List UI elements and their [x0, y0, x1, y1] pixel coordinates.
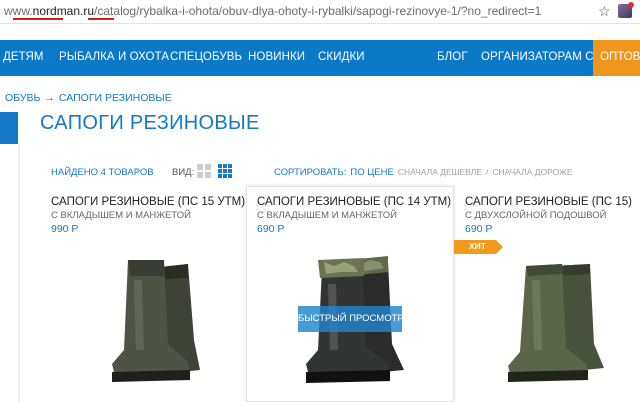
sidebar-divider	[18, 144, 20, 402]
section-marker	[0, 112, 18, 144]
breadcrumb-separator: →	[44, 92, 55, 104]
nav-item-workwear[interactable]: СПЕЦОБУВЬ	[170, 51, 242, 63]
boot-image[interactable]	[90, 254, 210, 388]
nav-wholesale-label: ОПТОВ	[600, 51, 640, 63]
url-domain: nordman.ru	[32, 4, 95, 18]
nav-item-wholesale[interactable]: ОПТОВ	[593, 40, 640, 76]
quick-view-button[interactable]: БЫСТРЫЙ ПРОСМОТР	[298, 306, 404, 332]
nav-item-blog[interactable]: БЛОГ	[437, 51, 468, 63]
grid-small-icon[interactable]	[218, 164, 232, 178]
hit-badge-label: ХИТ	[469, 241, 486, 251]
sort-cheaper-first[interactable]: СНАЧАЛА ДЕШЕВЛЕ	[398, 167, 482, 177]
catalog-underline	[88, 18, 114, 20]
product-title[interactable]: САПОГИ РЕЗИНОВЫЕ (ПС 15)	[465, 196, 632, 208]
grid-large-icon[interactable]	[197, 164, 211, 178]
url-path: /catalog/rybalka-i-ohota/obuv-dlya-ohoty…	[94, 4, 542, 18]
extension-icon[interactable]	[618, 2, 634, 18]
breadcrumb: ОБУВЬ → САПОГИ РЕЗИНОВЫЕ	[5, 92, 172, 104]
page: www.nordman.ru/catalog/rybalka-i-ohota/o…	[0, 0, 640, 402]
nav-item-sale[interactable]: СКИДКИ	[318, 51, 365, 63]
page-title: САПОГИ РЕЗИНОВЫЕ	[40, 112, 260, 134]
sort-controls: СОРТИРОВАТЬ: ПО ЦЕНЕ СНАЧАЛА ДЕШЕВЛЕ / СНАЧА…	[274, 167, 573, 178]
sort-dearer-first[interactable]: СНАЧАЛА ДОРОЖЕ	[492, 167, 572, 177]
product-title[interactable]: САПОГИ РЕЗИНОВЫЕ (ПС 15 УТМ)	[51, 196, 245, 208]
address-bar[interactable]: www.nordman.ru/catalog/rybalka-i-ohota/o…	[0, 0, 640, 24]
hit-badge: ХИТ	[454, 240, 503, 254]
results-count: НАЙДЕНО 4 ТОВАРОВ	[51, 167, 154, 178]
product-title[interactable]: САПОГИ РЕЗИНОВЫЕ (ПС 14 УТМ)	[257, 196, 451, 208]
breadcrumb-current[interactable]: САПОГИ РЕЗИНОВЫЕ	[59, 92, 172, 104]
view-label: ВИД:	[172, 167, 195, 178]
breadcrumb-parent[interactable]: ОБУВЬ	[5, 92, 40, 104]
product-subtitle: С ВКЛАДЫШЕМ И МАНЖЕТОЙ	[51, 210, 191, 221]
product-price: 690 Р	[465, 223, 493, 235]
product-price: 690 Р	[257, 223, 285, 235]
url-prefix: www.	[4, 4, 33, 18]
nav-item-kids[interactable]: ДЕТЯМ	[3, 51, 44, 63]
product-subtitle: С ВКЛАДЫШЕМ И МАНЖЕТОЙ	[257, 210, 397, 221]
nav-item-fishing-hunting[interactable]: РЫБАЛКА И ОХОТА	[59, 51, 169, 63]
domain-underline	[13, 18, 63, 20]
nav-item-organizers[interactable]: ОРГАНИЗАТОРАМ СП	[481, 51, 602, 63]
sort-by-price[interactable]: ПО ЦЕНЕ	[350, 167, 393, 178]
product-price: 990 Р	[51, 223, 79, 235]
sort-label: СОРТИРОВАТЬ:	[274, 167, 347, 178]
quick-view-label: БЫСТРЫЙ ПРОСМОТР	[298, 313, 404, 324]
main-nav: ДЕТЯМ РЫБАЛКА И ОХОТА СПЕЦОБУВЬ НОВИНКИ …	[0, 40, 640, 76]
product-subtitle: С ДВУХСЛОЙНОЙ ПОДОШВОЙ	[465, 210, 607, 221]
nav-item-new[interactable]: НОВИНКИ	[248, 51, 305, 63]
star-icon[interactable]: ☆	[598, 3, 611, 20]
boot-image[interactable]	[498, 256, 608, 388]
url-text[interactable]: www.nordman.ru/catalog/rybalka-i-ohota/o…	[4, 4, 541, 18]
sort-separator: /	[485, 167, 489, 177]
